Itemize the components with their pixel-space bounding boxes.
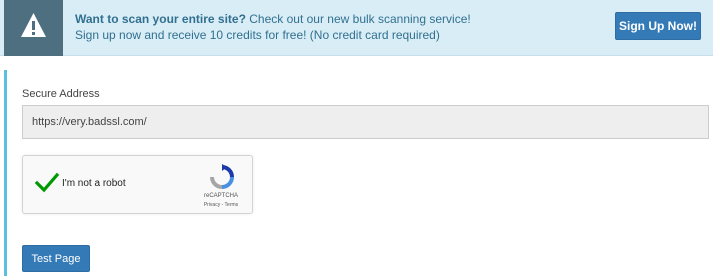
banner-headline-rest: Check out our new bulk scanning service!	[245, 12, 471, 26]
recaptcha-label: I'm not a robot	[62, 178, 126, 189]
recaptcha-widget: I'm not a robot reCAPTCHA Privacy - Term…	[22, 155, 253, 214]
secure-address-label: Secure Address	[22, 88, 100, 100]
test-page-button[interactable]: Test Page	[22, 245, 90, 272]
secure-address-input[interactable]	[22, 105, 709, 139]
info-banner: Want to scan your entire site? Check out…	[0, 0, 713, 56]
banner-message: Want to scan your entire site? Check out…	[75, 11, 471, 43]
banner-subline: Sign up now and receive 10 credits for f…	[75, 28, 440, 42]
banner-headline-bold: Want to scan your entire site?	[75, 12, 246, 26]
recaptcha-brand: reCAPTCHA	[203, 193, 238, 199]
checkmark-icon	[34, 172, 60, 193]
warning-icon	[4, 0, 63, 56]
recaptcha-privacy-terms[interactable]: Privacy - Terms	[195, 202, 247, 208]
recaptcha-checkbox[interactable]	[34, 172, 60, 199]
recaptcha-logo-icon	[209, 164, 235, 195]
sign-up-button[interactable]: Sign Up Now!	[615, 12, 701, 40]
